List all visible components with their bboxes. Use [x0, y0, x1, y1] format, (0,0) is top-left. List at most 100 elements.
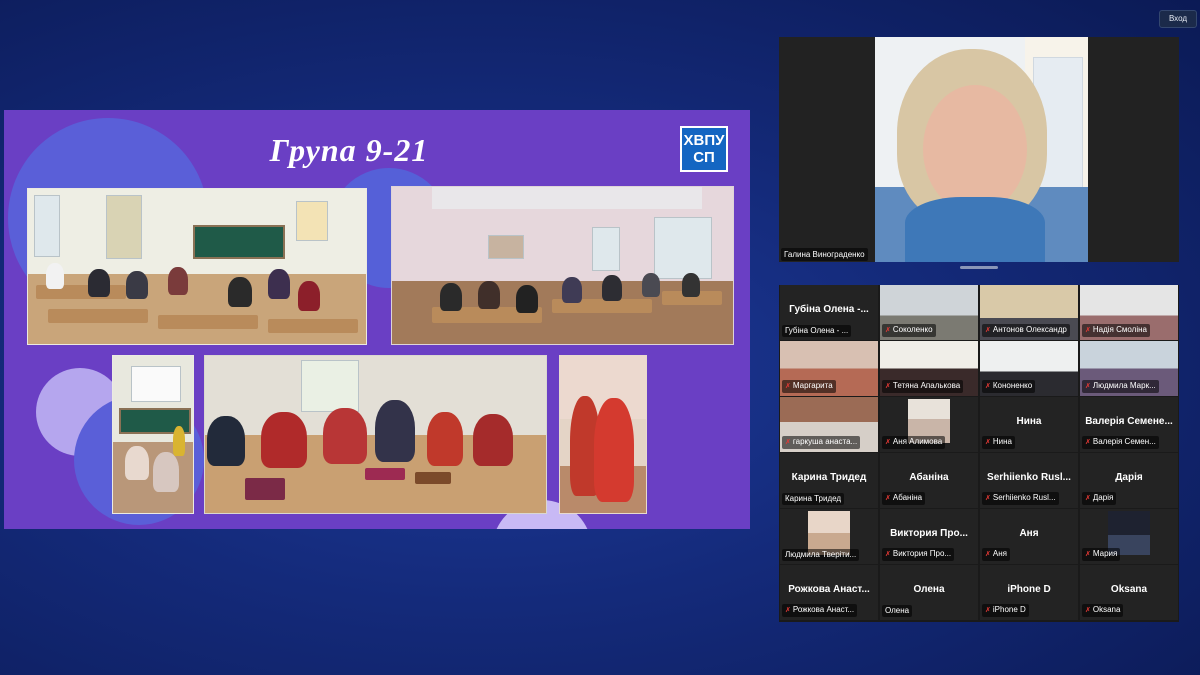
mic-muted-icon: ✗ — [1085, 327, 1091, 334]
participant-display-name: Oksana — [1110, 584, 1148, 595]
participant-name-tag: Губіна Олена - ... — [782, 325, 852, 337]
participant-tile[interactable]: Абаніна ✗ Абаніна — [880, 453, 978, 508]
participant-name-text: Serhiienko Rusl... — [992, 493, 1056, 502]
participant-display-name: iPhone D — [1007, 584, 1051, 595]
participant-name-tag: ✗ Мария — [1082, 548, 1121, 561]
participant-name-text: Соколенко — [892, 325, 933, 334]
participant-tile[interactable]: Виктория Про... ✗ Виктория Про... — [880, 509, 978, 564]
participant-tile[interactable]: ✗ Людмила Марк... — [1080, 341, 1178, 396]
participant-name-text: Мария — [1092, 549, 1118, 558]
participant-display-name: Serhiienko Rusl... — [987, 472, 1071, 483]
participant-tile[interactable]: ✗ гаркуша анаста... — [780, 397, 878, 452]
participant-tile[interactable]: ✗ Антонов Олександр — [980, 285, 1078, 340]
participant-name-tag: ✗ Маргарита — [782, 380, 836, 393]
participant-name-text: iPhone D — [992, 605, 1026, 614]
participant-name-text: гаркуша анаста... — [792, 437, 858, 446]
mic-muted-icon: ✗ — [785, 439, 791, 446]
participant-tile[interactable]: ✗ Кононенко — [980, 341, 1078, 396]
slide-title: Група 9-21 — [269, 132, 429, 168]
gallery-resize-handle[interactable] — [960, 266, 998, 269]
login-button[interactable]: Вход — [1159, 10, 1197, 28]
participant-name-tag: ✗ Антонов Олександр — [982, 324, 1070, 337]
participant-name-tag: ✗ Виктория Про... — [882, 548, 955, 561]
participant-tile[interactable]: Дарія ✗ Дарія — [1080, 453, 1178, 508]
college-logo: ХВПУ СП — [680, 126, 728, 172]
mic-muted-icon: ✗ — [1085, 551, 1091, 558]
participant-tile[interactable]: Валерія Семене... ✗ Валерія Семен... — [1080, 397, 1178, 452]
participant-name-text: Нина — [992, 437, 1012, 446]
speaker-camera-feed — [875, 37, 1088, 262]
participant-name-tag: ✗ Валерія Семен... — [1082, 436, 1159, 449]
participant-tile[interactable]: Людмила Тверіти... — [780, 509, 878, 564]
participant-tile[interactable]: ✗ Соколенко — [880, 285, 978, 340]
mic-muted-icon: ✗ — [1085, 439, 1091, 446]
participant-name-tag: ✗ Абаніна — [882, 492, 926, 505]
participant-name-tag: ✗ Кононенко — [982, 380, 1036, 393]
participant-name-tag: Олена — [882, 605, 913, 617]
participant-name-tag: ✗ Надія Смоліна — [1082, 324, 1150, 337]
participant-tile[interactable]: Олена Олена — [880, 565, 978, 620]
students-photo — [559, 355, 647, 514]
participant-display-name: Губіна Олена -... — [789, 304, 869, 315]
participant-tile[interactable]: ✗ Аня Алимова — [880, 397, 978, 452]
participant-tile[interactable]: Рожкова Анаст... ✗ Рожкова Анаст... — [780, 565, 878, 620]
participant-name-tag: ✗ гаркуша анаста... — [782, 436, 861, 449]
participant-name-text: Антонов Олександр — [992, 325, 1067, 334]
shared-screen-slide: Група 9-21 ХВПУ СП — [4, 110, 750, 529]
mic-muted-icon: ✗ — [985, 551, 991, 558]
participant-name-text: Аня Алимова — [892, 437, 943, 446]
participant-name-tag: ✗ Соколенко — [882, 324, 936, 337]
mic-muted-icon: ✗ — [985, 383, 991, 390]
mic-muted-icon: ✗ — [1085, 607, 1091, 614]
participant-name-text: Надія Смоліна — [1092, 325, 1147, 334]
participant-tile[interactable]: ✗ Тетяна Апалькова — [880, 341, 978, 396]
participant-display-name: Нина — [1016, 416, 1042, 427]
mic-muted-icon: ✗ — [885, 383, 891, 390]
mic-muted-icon: ✗ — [985, 495, 991, 502]
mic-muted-icon: ✗ — [1085, 495, 1091, 502]
participant-tile[interactable]: Нина ✗ Нина — [980, 397, 1078, 452]
participant-name-tag: ✗ Людмила Марк... — [1082, 380, 1159, 393]
participant-name-text: Тетяна Апалькова — [892, 381, 961, 390]
participant-name-text: Виктория Про... — [892, 549, 952, 558]
participant-name-tag: ✗ Рожкова Анаст... — [782, 604, 858, 617]
participant-name-tag: ✗ Тетяна Апалькова — [882, 380, 964, 393]
participant-name-tag: Людмила Тверіти... — [782, 549, 860, 561]
participant-tile[interactable]: ✗ Мария — [1080, 509, 1178, 564]
classroom-photo-2 — [391, 186, 734, 345]
mic-muted-icon: ✗ — [885, 495, 891, 502]
participant-name-tag: ✗ Нина — [982, 436, 1015, 449]
participant-name-text: Губіна Олена - ... — [785, 326, 849, 335]
participant-name-text: Oksana — [1092, 605, 1121, 614]
participant-display-name: Аня — [1019, 528, 1039, 539]
participant-tile[interactable]: Аня ✗ Аня — [980, 509, 1078, 564]
participant-tile[interactable]: Serhiienko Rusl... ✗ Serhiienko Rusl... — [980, 453, 1078, 508]
mic-muted-icon: ✗ — [885, 327, 891, 334]
mic-muted-icon: ✗ — [1085, 383, 1091, 390]
mic-muted-icon: ✗ — [985, 327, 991, 334]
participant-display-name: Рожкова Анаст... — [788, 584, 870, 595]
participant-name-tag: ✗ Дарія — [1082, 492, 1117, 505]
participant-tile[interactable]: Карина Тридед Карина Тридед — [780, 453, 878, 508]
participant-tile[interactable]: Oksana ✗ Oksana — [1080, 565, 1178, 620]
participant-display-name: Олена — [913, 584, 945, 595]
mic-muted-icon: ✗ — [785, 383, 791, 390]
speaker-name-label: Галина Винограденко — [781, 248, 868, 261]
participant-name-text: Аня — [992, 549, 1007, 558]
active-speaker-video[interactable]: Галина Винограденко — [779, 37, 1179, 262]
participant-display-name: Абаніна — [909, 472, 949, 483]
participant-gallery: Губіна Олена -... Губіна Олена - ... ✗ Соко… — [779, 285, 1179, 622]
participant-name-text: Карина Тридед — [785, 494, 842, 503]
participant-name-text: Маргарита — [792, 381, 833, 390]
mic-muted-icon: ✗ — [885, 551, 891, 558]
participant-tile[interactable]: ✗ Надія Смоліна — [1080, 285, 1178, 340]
participant-tile[interactable]: iPhone D ✗ iPhone D — [980, 565, 1078, 620]
participant-name-text: Рожкова Анаст... — [792, 605, 855, 614]
participant-name-text: Олена — [885, 606, 910, 615]
participant-tile[interactable]: ✗ Маргарита — [780, 341, 878, 396]
participant-name-text: Абаніна — [892, 493, 923, 502]
mic-muted-icon: ✗ — [785, 607, 791, 614]
participant-name-text: Людмила Марк... — [1092, 381, 1156, 390]
participant-tile[interactable]: Губіна Олена -... Губіна Олена - ... — [780, 285, 878, 340]
participant-name-text: Дарія — [1092, 493, 1114, 502]
